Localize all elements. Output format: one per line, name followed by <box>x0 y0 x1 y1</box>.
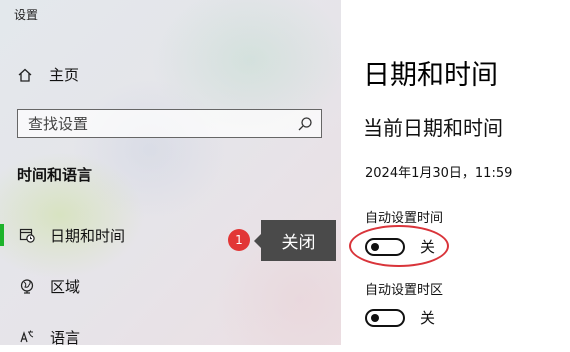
toggle-knob <box>371 313 379 322</box>
auto-timezone-toggle[interactable] <box>365 308 405 327</box>
section-heading: 时间和语言 <box>17 166 93 184</box>
highlight-ellipse <box>349 225 449 267</box>
page-title: 日期和时间 <box>363 60 498 91</box>
main-content: 日期和时间 当前日期和时间 2024年1月30日，11:59 自动设置时间 关 … <box>341 0 570 345</box>
search-box[interactable] <box>17 109 322 138</box>
sidebar-item-label: 语言 <box>50 328 81 347</box>
search-icon[interactable] <box>297 116 313 132</box>
sidebar-item-region[interactable]: 区域 <box>0 271 250 301</box>
search-input[interactable] <box>28 114 278 133</box>
globe-region-icon <box>18 277 36 295</box>
language-icon <box>18 328 36 346</box>
window-title: 设置 <box>14 8 39 22</box>
sidebar-item-date-time[interactable]: 日期和时间 <box>0 220 250 250</box>
sidebar-item-language[interactable]: 语言 <box>0 322 250 352</box>
auto-time-label: 自动设置时间 <box>365 211 444 226</box>
home-label: 主页 <box>49 66 80 84</box>
current-datetime: 2024年1月30日，11:59 <box>365 166 513 181</box>
home-nav-item[interactable]: 主页 <box>17 64 79 85</box>
section-subtitle: 当前日期和时间 <box>363 116 503 140</box>
annotation-badge: 1 <box>228 229 250 251</box>
home-icon <box>18 68 32 82</box>
auto-timezone-label: 自动设置时区 <box>365 283 444 298</box>
sidebar-item-label: 日期和时间 <box>50 226 126 245</box>
annotation-tooltip: 关闭 <box>254 220 336 261</box>
auto-timezone-state: 关 <box>420 309 436 327</box>
sidebar-item-label: 区域 <box>50 277 81 296</box>
sidebar: 设置 主页 时间和语言 日期和时间 <box>0 0 341 347</box>
auto-timezone-setting: 关 <box>365 307 435 328</box>
calendar-clock-icon <box>18 226 36 244</box>
